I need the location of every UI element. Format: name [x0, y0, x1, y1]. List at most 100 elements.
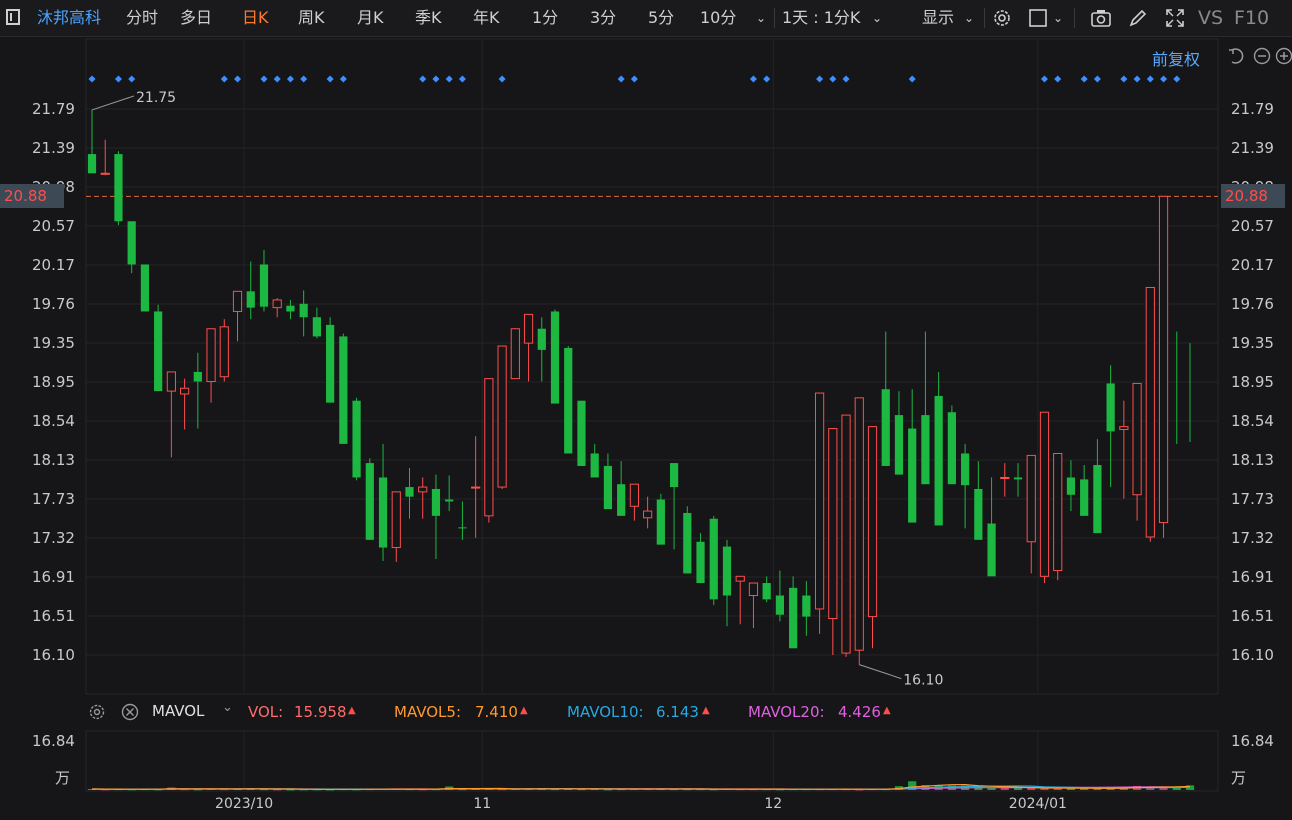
volume-bar: [1000, 787, 1009, 790]
event-marker-icon: [114, 75, 122, 83]
ma10-value: 6.143: [656, 703, 699, 721]
candle-body: [471, 486, 481, 489]
price-axis-label-right: 16.51: [1231, 607, 1274, 625]
gear-icon[interactable]: [991, 7, 1013, 29]
candle-body: [643, 510, 653, 519]
candle-body: [1106, 383, 1115, 432]
date-axis-label: 2024/01: [1009, 796, 1067, 812]
checkbox-chevron-down-icon[interactable]: ⌄: [1053, 0, 1063, 36]
tab-multiday[interactable]: 多日: [180, 0, 212, 36]
candle-body: [352, 400, 361, 478]
vol-up-arrow-icon: ▲: [348, 705, 356, 716]
f10-button[interactable]: F10: [1234, 0, 1269, 36]
price-axis-label-left: 17.73: [32, 490, 75, 508]
event-marker-icon: [908, 75, 916, 83]
price-axis-label-right: 20.17: [1231, 256, 1274, 274]
candle-body: [523, 313, 534, 344]
candle-body: [114, 154, 123, 222]
volume-panel-frame: [85, 730, 1219, 792]
candle-body: [1066, 477, 1076, 495]
date-axis-label: 11: [473, 796, 491, 812]
candle-body: [219, 326, 229, 378]
price-axis-label-right: 17.32: [1231, 529, 1274, 547]
candle-body: [232, 290, 243, 312]
candle-body: [961, 453, 970, 486]
price-axis-label-right: 21.79: [1231, 100, 1274, 118]
tab-10min[interactable]: 10分: [700, 0, 736, 36]
pencil-icon[interactable]: [1127, 7, 1149, 29]
event-marker-icon: [617, 75, 625, 83]
tab-monthly-k[interactable]: 月K: [357, 0, 384, 36]
candle-body: [1080, 479, 1089, 516]
event-marker-icon: [1080, 75, 1088, 83]
candle-body: [391, 491, 401, 549]
candle-body: [458, 527, 467, 529]
candle-body: [987, 523, 996, 577]
event-marker-icon: [829, 75, 837, 83]
indicator-name[interactable]: MAVOL: [152, 702, 204, 720]
volume-axis-max-right: 16.84: [1231, 732, 1274, 750]
candle-body: [299, 303, 308, 318]
candle-body: [100, 172, 110, 175]
tab-daily-k[interactable]: 日K: [242, 0, 269, 36]
checkbox-icon[interactable]: [1028, 7, 1050, 29]
toolbar-divider: [984, 8, 985, 28]
event-marker-icon: [273, 75, 281, 83]
candle-body: [365, 463, 374, 540]
display-menu[interactable]: 显示: [922, 0, 954, 36]
indicator-settings-gear-icon[interactable]: [88, 703, 106, 721]
display-chevron-down-icon[interactable]: ⌄: [964, 0, 974, 36]
event-marker-icon: [1054, 75, 1062, 83]
candle-body: [193, 371, 202, 382]
tab-weekly-k[interactable]: 周K: [298, 0, 325, 36]
event-marker-icon: [128, 75, 136, 83]
indicator-close-icon[interactable]: [121, 703, 139, 721]
event-marker-icon: [445, 75, 453, 83]
candle-body: [1053, 452, 1063, 572]
price-axis-label-left: 20.17: [32, 256, 75, 274]
candle-body: [154, 311, 163, 392]
candle-body: [431, 488, 441, 516]
candle-body: [617, 484, 626, 516]
ma20-value: 4.426: [838, 703, 881, 721]
candle-body: [339, 336, 348, 444]
ma10-up-arrow-icon: ▲: [702, 705, 710, 716]
candle-body: [775, 595, 785, 615]
tab-timeshare[interactable]: 分时: [126, 0, 158, 36]
ma10-label: MAVOL10:: [567, 703, 644, 721]
candle-body: [405, 487, 414, 497]
stock-name[interactable]: 沐邦高科: [37, 0, 101, 36]
range-selector[interactable]: 1天 : 1分K: [782, 0, 860, 36]
candle-body: [709, 518, 718, 600]
candle-body: [762, 583, 771, 600]
camera-icon[interactable]: [1090, 7, 1112, 29]
tab-3min[interactable]: 3分: [590, 0, 616, 36]
price-axis-label-right: 18.13: [1231, 451, 1274, 469]
range-chevron-down-icon[interactable]: ⌄: [872, 0, 882, 36]
price-panel-frame: [85, 38, 1219, 695]
ma5-label: MAVOL5:: [394, 703, 462, 721]
fullscreen-icon[interactable]: [1164, 7, 1186, 29]
candle-body: [180, 387, 190, 395]
candle-body: [312, 317, 321, 337]
tab-5min[interactable]: 5分: [648, 0, 674, 36]
candle-body: [908, 428, 917, 523]
ma20-label: MAVOL20:: [748, 703, 825, 721]
tab-yearly-k[interactable]: 年K: [473, 0, 500, 36]
event-marker-icon: [816, 75, 824, 83]
sidebar-toggle-icon[interactable]: [6, 9, 20, 25]
min-price-leader: [859, 664, 902, 680]
tab-1min[interactable]: 1分: [532, 0, 558, 36]
vol-value: 15.958: [294, 703, 347, 721]
volume-axis-max-left: 16.84: [32, 732, 75, 750]
event-marker-icon: [419, 75, 427, 83]
indicator-chevron-down-icon[interactable]: ⌄: [222, 700, 233, 715]
candle-body: [934, 395, 943, 526]
period-more-chevron-down-icon[interactable]: ⌄: [756, 0, 766, 36]
vs-button[interactable]: VS: [1198, 0, 1223, 36]
tab-quarterly-k[interactable]: 季K: [415, 0, 442, 36]
candle-body: [814, 392, 825, 610]
candle-body: [974, 488, 983, 540]
candle-body: [1013, 477, 1023, 480]
candle-body: [947, 412, 956, 485]
